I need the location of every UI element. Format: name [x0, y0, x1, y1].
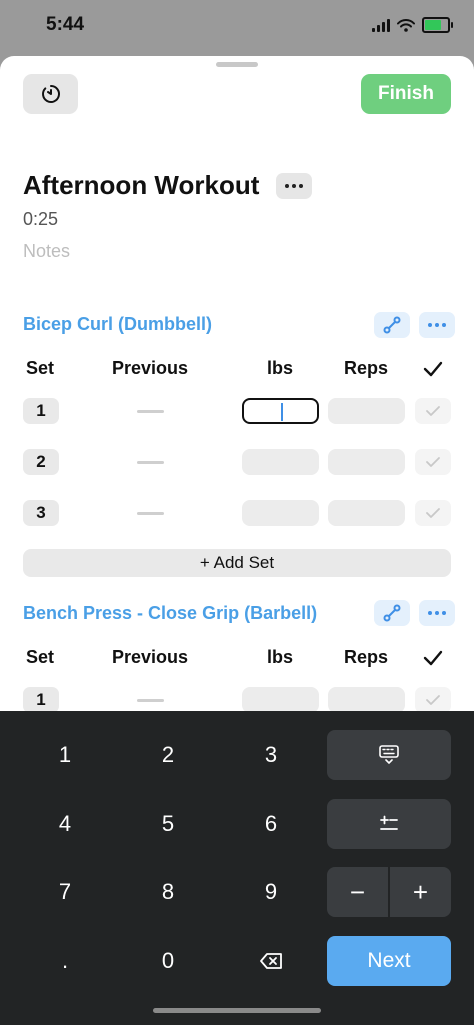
- key-2[interactable]: 2: [118, 730, 218, 780]
- add-set-button[interactable]: + Add Set: [23, 549, 451, 577]
- workout-title[interactable]: Afternoon Workout: [23, 170, 259, 201]
- checkmark-icon: [426, 457, 440, 467]
- home-indicator: [153, 1008, 321, 1013]
- status-icons: [372, 17, 453, 33]
- notes-field[interactable]: Notes: [23, 241, 70, 262]
- sheet-grabber[interactable]: [216, 62, 258, 67]
- key-0[interactable]: 0: [118, 936, 218, 986]
- checkmark-icon: [426, 406, 440, 416]
- set-complete-checkbox[interactable]: [415, 500, 451, 526]
- col-header-reps: Reps: [344, 647, 389, 667]
- reps-input[interactable]: [328, 500, 405, 526]
- decrement-button[interactable]: −: [327, 867, 388, 917]
- col-header-set: Set: [26, 358, 55, 378]
- key-6[interactable]: 6: [221, 799, 321, 849]
- key-4[interactable]: 4: [15, 799, 115, 849]
- checkmark-icon: [426, 695, 440, 705]
- signal-icon: [372, 18, 390, 32]
- key-8[interactable]: 8: [118, 867, 218, 917]
- exercise-link-button[interactable]: [374, 312, 410, 338]
- col-header-lbs: lbs: [267, 358, 294, 378]
- plus-minus-lines-icon: [380, 815, 398, 830]
- link-icon: [383, 316, 401, 334]
- next-button[interactable]: Next: [327, 936, 451, 986]
- numeric-keypad: 1 2 3 4 5 6 7 8 9 . 0 − + Next: [0, 711, 474, 1025]
- finish-button[interactable]: Finish: [361, 74, 451, 114]
- weight-stepper: − +: [327, 867, 451, 917]
- set-complete-checkbox[interactable]: [415, 449, 451, 475]
- set-complete-checkbox[interactable]: [415, 687, 451, 713]
- previous-value: [137, 699, 164, 702]
- link-icon: [383, 604, 401, 622]
- set-number[interactable]: 1: [23, 687, 59, 713]
- exercise-more-button[interactable]: [419, 312, 455, 338]
- workout-more-button[interactable]: [276, 173, 312, 199]
- previous-value: [137, 512, 164, 515]
- col-header-lbs: lbs: [267, 647, 294, 667]
- set-number[interactable]: 3: [23, 500, 59, 526]
- key-7[interactable]: 7: [15, 867, 115, 917]
- reps-input[interactable]: [328, 687, 405, 713]
- col-header-previous: Previous: [112, 647, 189, 667]
- battery-icon: [422, 17, 453, 33]
- checkmark-header-icon: [423, 361, 443, 377]
- plate-calculator-button[interactable]: [327, 799, 451, 849]
- checkmark-header-icon: [423, 650, 443, 666]
- exercise-more-button[interactable]: [419, 600, 455, 626]
- set-number[interactable]: 1: [23, 398, 59, 424]
- timer-button[interactable]: [23, 74, 78, 114]
- increment-button[interactable]: +: [390, 867, 451, 917]
- workout-duration: 0:25: [23, 209, 59, 229]
- status-bar: 5:44: [0, 0, 474, 52]
- wifi-icon: [397, 18, 415, 32]
- reps-input[interactable]: [328, 398, 405, 424]
- key-9[interactable]: 9: [221, 867, 321, 917]
- set-complete-checkbox[interactable]: [415, 398, 451, 424]
- text-caret: [281, 403, 283, 421]
- key-5[interactable]: 5: [118, 799, 218, 849]
- backspace-icon: [260, 953, 282, 969]
- lbs-input[interactable]: [242, 687, 319, 713]
- dismiss-keyboard-button[interactable]: [327, 730, 451, 780]
- previous-value: [137, 410, 164, 413]
- set-number[interactable]: 2: [23, 449, 59, 475]
- lbs-input[interactable]: [242, 500, 319, 526]
- exercise-name[interactable]: Bench Press - Close Grip (Barbell): [23, 603, 317, 624]
- checkmark-icon: [426, 508, 440, 518]
- status-time: 5:44: [46, 14, 85, 35]
- backspace-button[interactable]: [221, 936, 321, 986]
- key-1[interactable]: 1: [15, 730, 115, 780]
- key-3[interactable]: 3: [221, 730, 321, 780]
- reps-input[interactable]: [328, 449, 405, 475]
- col-header-set: Set: [26, 647, 55, 667]
- lbs-input[interactable]: [242, 449, 319, 475]
- exercise-name[interactable]: Bicep Curl (Dumbbell): [23, 314, 212, 335]
- key-decimal[interactable]: .: [15, 936, 115, 986]
- col-header-previous: Previous: [112, 358, 189, 378]
- lbs-input[interactable]: [242, 398, 319, 424]
- exercise-link-button[interactable]: [374, 600, 410, 626]
- timer-icon: [41, 85, 60, 103]
- keyboard-dismiss-icon: [379, 745, 399, 764]
- previous-value: [137, 461, 164, 464]
- col-header-reps: Reps: [344, 358, 389, 378]
